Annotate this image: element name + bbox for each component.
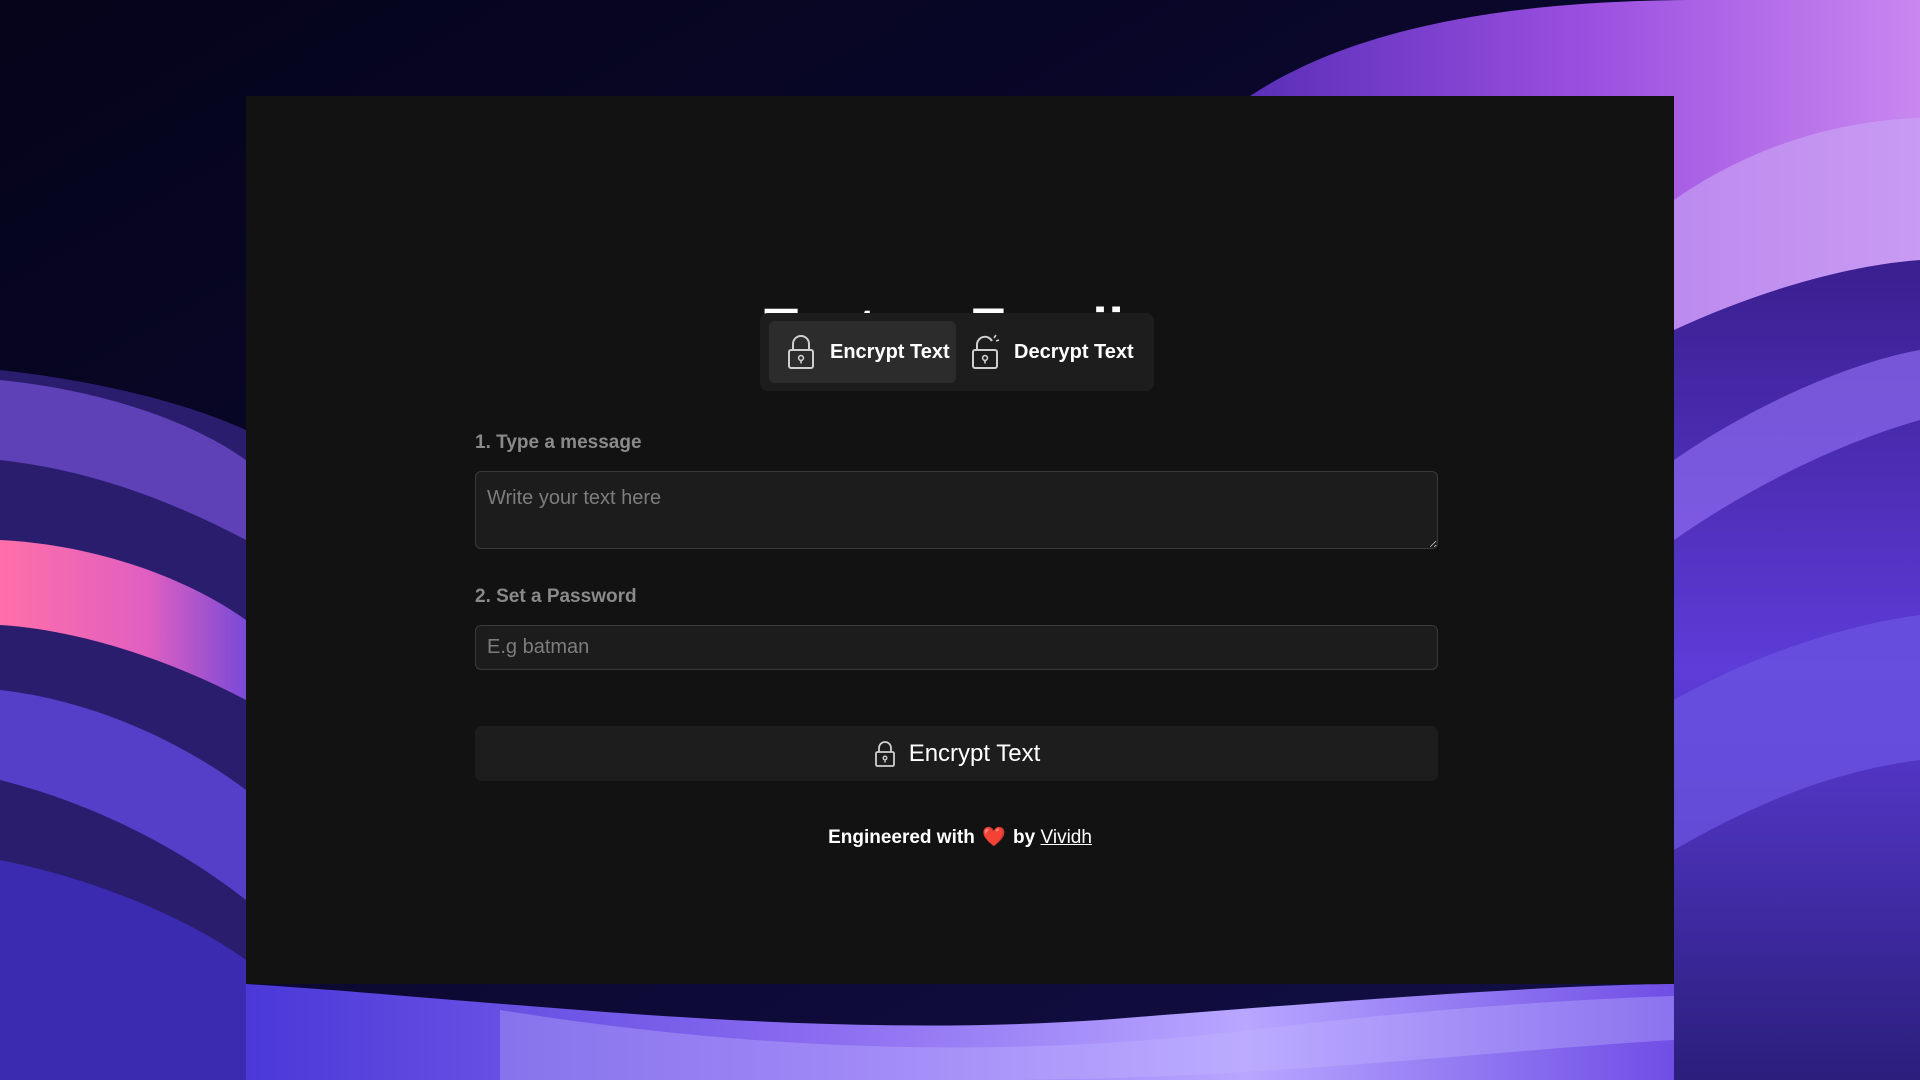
author-link[interactable]: Vividh xyxy=(1041,827,1092,848)
password-input[interactable] xyxy=(475,625,1438,670)
unlock-icon xyxy=(968,333,1002,371)
lock-icon xyxy=(873,740,897,768)
lock-icon xyxy=(784,333,818,371)
tab-encrypt-text[interactable]: Encrypt Text xyxy=(769,321,956,383)
footer-by: by xyxy=(1013,827,1036,848)
tab-encrypt-label: Encrypt Text xyxy=(830,340,950,363)
tab-decrypt-text[interactable]: Decrypt Text xyxy=(960,321,1146,383)
tab-decrypt-label: Decrypt Text xyxy=(1014,340,1134,363)
message-label: 1. Type a message xyxy=(475,432,642,453)
encrypt-button[interactable]: Encrypt Text xyxy=(475,726,1438,781)
encrypt-button-label: Encrypt Text xyxy=(908,739,1041,767)
footer-credit: Engineered with ❤️ by Vividh xyxy=(246,825,1674,849)
heart-icon: ❤️ xyxy=(982,827,1006,848)
message-input[interactable] xyxy=(475,471,1438,549)
footer-prefix: Engineered with xyxy=(828,827,975,848)
password-label: 2. Set a Password xyxy=(475,586,637,607)
app-panel: Text→Emojis Encrypt Text xyxy=(246,96,1674,984)
mode-toggle: Encrypt Text Decrypt Text xyxy=(760,313,1154,391)
